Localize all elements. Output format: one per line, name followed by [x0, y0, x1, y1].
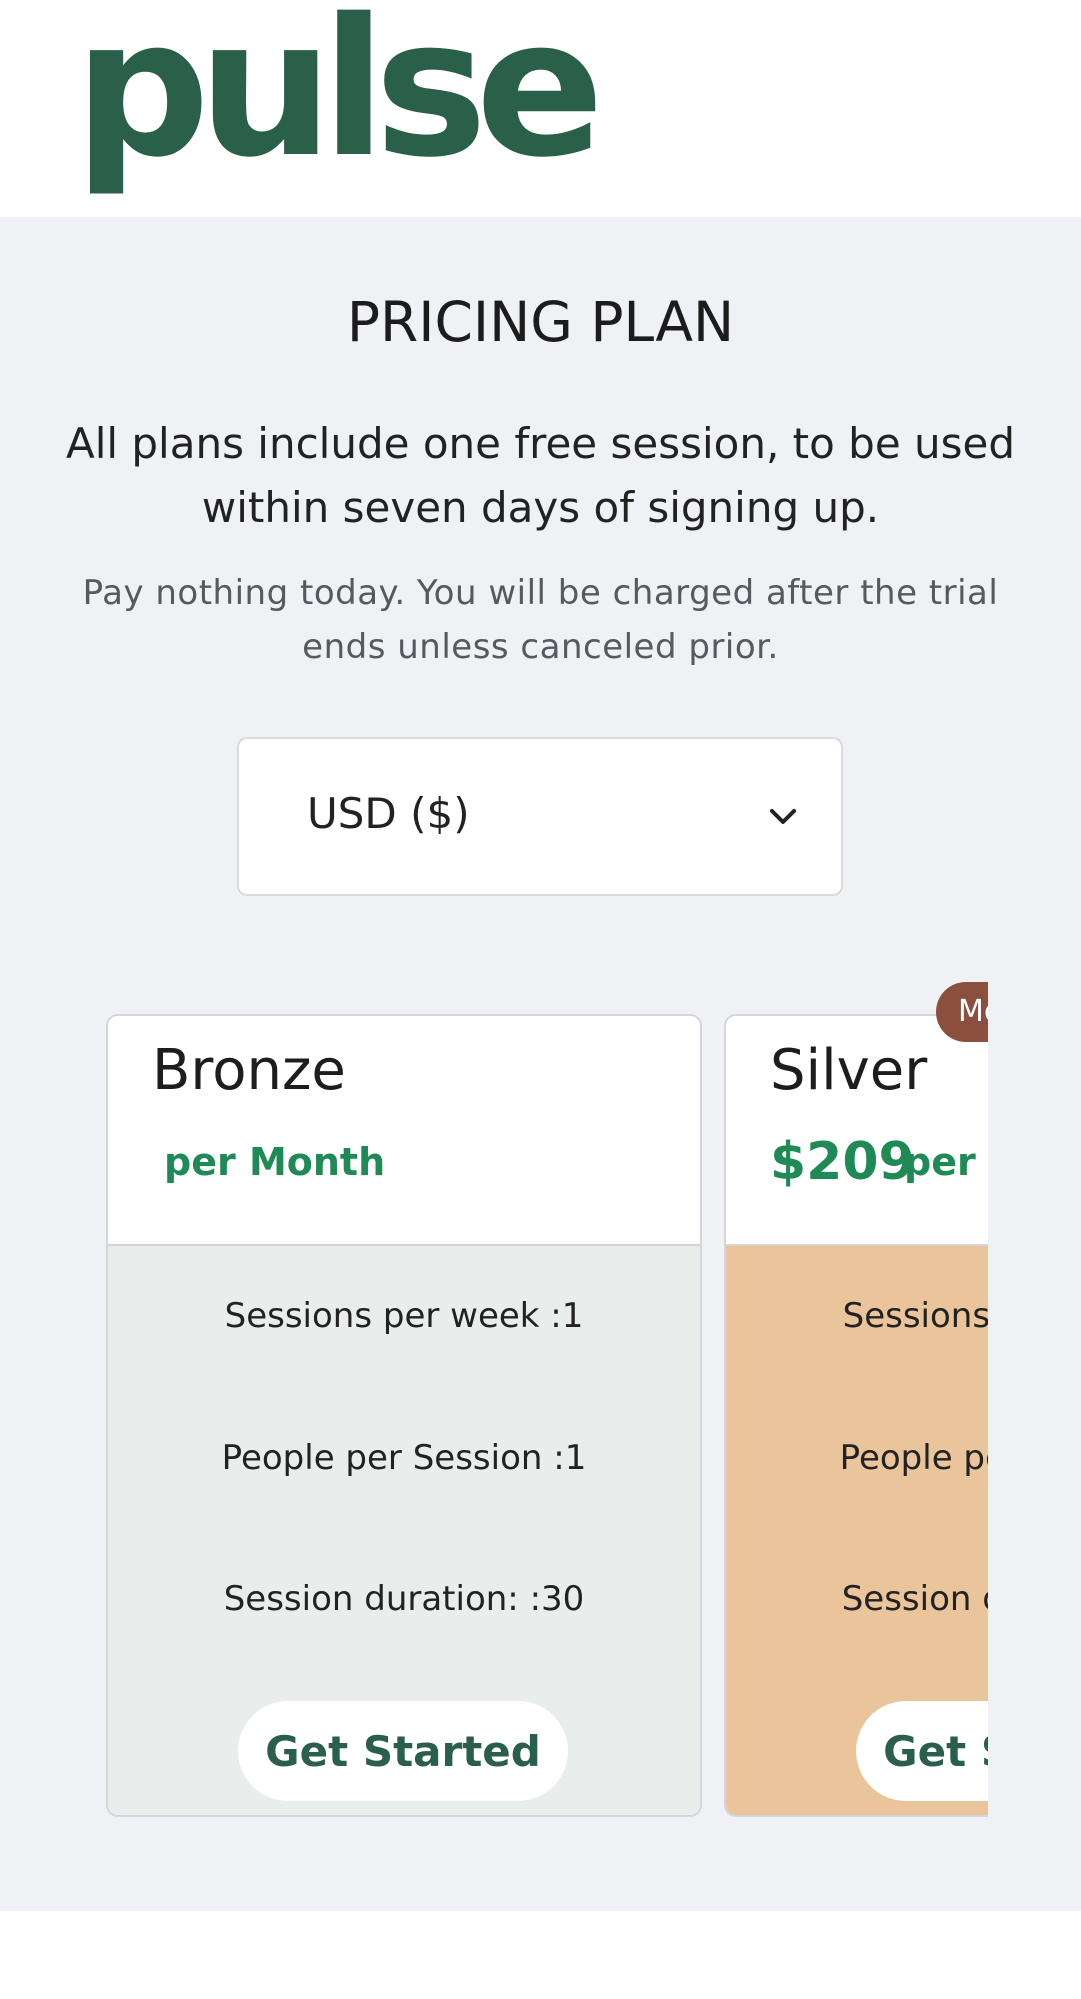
plan-card-header: Silver $209 per Month: [726, 1016, 988, 1246]
plan-feature: Session duration: :30: [841, 1579, 988, 1619]
currency-select[interactable]: USD ($): [237, 737, 843, 896]
plan-feature: Sessions per week :2: [842, 1296, 988, 1336]
get-started-button[interactable]: Get Started: [238, 1701, 568, 1801]
plan-feature: People per Session :1: [839, 1438, 988, 1478]
plans-carousel[interactable]: Bronze per Month Sessions per week :1 Pe…: [0, 980, 988, 1840]
chevron-down-icon: [770, 809, 796, 824]
page-title: PRICING PLAN: [346, 290, 735, 354]
plan-feature: Sessions per week :1: [224, 1296, 584, 1336]
currency-selected-value: USD ($): [307, 789, 470, 838]
get-started-button[interactable]: Get Started: [856, 1701, 988, 1801]
plan-name: Bronze: [152, 1038, 346, 1103]
pricing-lead-text: All plans include one free session, to b…: [65, 419, 1016, 532]
plan-name: Silver: [770, 1038, 928, 1103]
plan-card-silver: Silver $209 per Month Sessions per week …: [724, 1014, 988, 1817]
trial-note-text: Pay nothing today. You will be charged a…: [82, 573, 999, 667]
plan-feature: People per Session :1: [221, 1438, 587, 1478]
plan-price: $209: [770, 1132, 915, 1192]
plan-card-bronze: Bronze per Month Sessions per week :1 Pe…: [106, 1014, 702, 1817]
plan-card-body: Sessions per week :1 People per Session …: [108, 1246, 700, 1815]
plan-period: per Month: [164, 1140, 386, 1184]
plan-period: per Month: [904, 1140, 988, 1184]
plan-card-body: Sessions per week :2 People per Session …: [726, 1246, 988, 1815]
site-header: pulse: [0, 0, 1081, 217]
most-popular-badge: Mo: [936, 982, 988, 1042]
plan-feature: Session duration: :30: [223, 1579, 585, 1619]
pulse-logo[interactable]: pulse: [74, 0, 604, 184]
plan-card-header: Bronze per Month: [108, 1016, 700, 1246]
